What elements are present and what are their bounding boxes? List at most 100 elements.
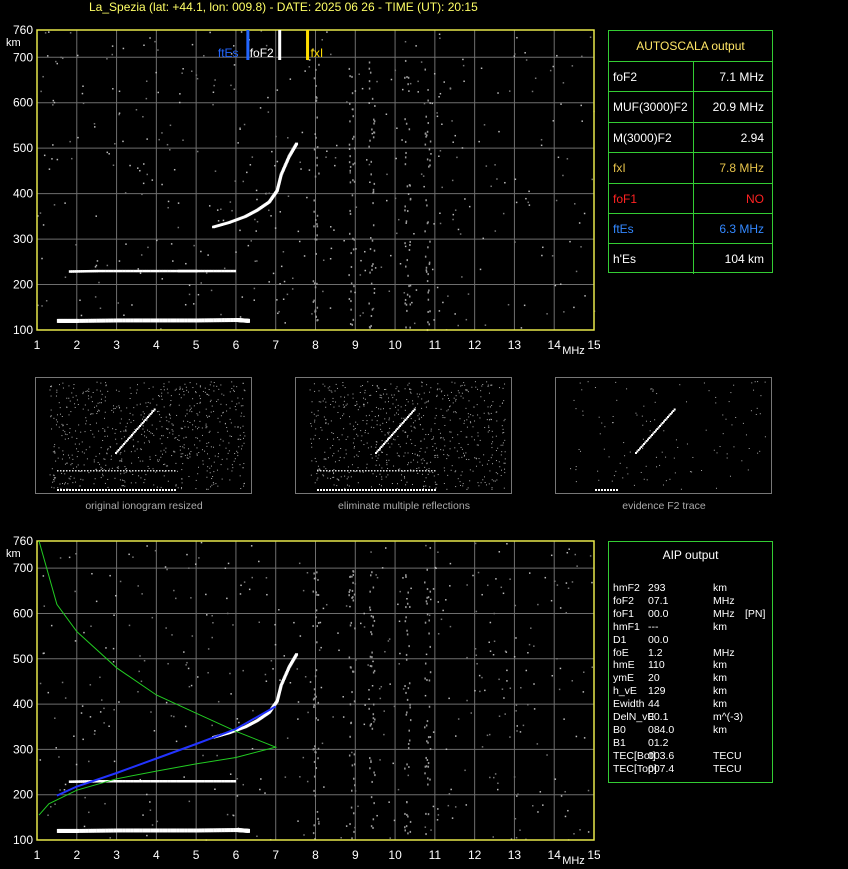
thumbnail-dot: [236, 386, 238, 388]
thumbnail-dot: [61, 458, 63, 460]
thumbnail-trace: [144, 489, 146, 491]
thumbnail-dot: [413, 459, 415, 461]
thumbnail-dot: [212, 476, 214, 478]
thumbnail-dot: [397, 409, 399, 411]
thumbnail-dot: [381, 478, 383, 480]
noise-dot: [96, 260, 99, 262]
noise-dot: [334, 164, 336, 167]
thumbnail-dot: [119, 453, 121, 455]
interference-dot: [314, 745, 316, 748]
noise-dot: [481, 676, 483, 679]
row-key: MUF(3000)F2: [613, 100, 688, 115]
thumbnail-dot: [50, 409, 52, 411]
echo-point: [122, 269, 126, 273]
echo-point: [224, 780, 228, 783]
noise-dot: [265, 577, 268, 579]
thumbnail-dot: [239, 464, 241, 466]
interference-dot: [352, 115, 355, 118]
interference-dot: [425, 600, 428, 603]
thumbnail-dot: [71, 392, 73, 394]
thumbnail-dot: [487, 406, 489, 408]
thumbnail-trace: [413, 470, 415, 472]
echo-point: [116, 828, 120, 833]
echo-point: [125, 269, 129, 273]
noise-dot: [82, 102, 85, 105]
noise-dot: [323, 786, 325, 788]
thumbnail-dot: [430, 387, 432, 389]
thumbnail-dot: [393, 465, 395, 467]
echo-point: [122, 780, 126, 783]
thumbnail-dot: [52, 481, 54, 483]
noise-dot: [498, 130, 500, 133]
noise-dot: [227, 562, 230, 565]
thumbnail-dot: [380, 408, 382, 410]
noise-dot: [143, 163, 145, 165]
interference-dot: [372, 136, 375, 139]
thumbnail-dot: [619, 462, 621, 464]
thumbnail-dot: [60, 487, 62, 489]
interference-dot: [424, 143, 427, 146]
thumbnail-dot: [450, 391, 452, 393]
thumbnail-dot: [673, 457, 675, 459]
thumbnail-trace: [144, 470, 146, 472]
thumbnail-trace: [111, 470, 113, 472]
thumbnail-dot: [240, 438, 242, 440]
interference-dot: [407, 193, 410, 196]
noise-dot: [229, 672, 231, 675]
x-tick-label: 7: [272, 848, 279, 862]
thumbnail-dot: [378, 454, 380, 456]
thumbnail-dot: [642, 448, 644, 450]
thumbnail-dot: [136, 389, 138, 391]
thumbnail-dot: [181, 456, 183, 458]
noise-dot: [394, 197, 397, 200]
echo-point: [139, 780, 143, 783]
thumbnail-dot: [124, 481, 126, 483]
echo-point: [213, 269, 217, 273]
interference-dot: [350, 282, 353, 285]
thumbnail-dot: [310, 474, 312, 476]
thumbnail-dot: [385, 421, 387, 423]
noise-dot: [154, 40, 156, 43]
thumbnail-dot: [581, 389, 583, 391]
interference-dot: [372, 202, 374, 205]
noise-dot: [146, 545, 148, 547]
noise-dot: [166, 143, 169, 146]
thumbnail-dot: [375, 391, 377, 393]
noise-dot: [451, 179, 454, 182]
thumbnail-dot: [106, 452, 108, 454]
thumbnail-dot: [131, 436, 133, 438]
noise-dot: [50, 624, 53, 627]
interference-dot: [408, 248, 411, 251]
thumbnail-dot: [395, 399, 397, 401]
interference-dot: [404, 118, 406, 121]
thumbnail-trace: [162, 489, 164, 491]
thumbnail-dot: [402, 430, 404, 432]
thumbnail-trace: [174, 489, 176, 491]
echo-point: [233, 828, 237, 833]
interference-dot: [314, 310, 316, 313]
interference-dot: [369, 590, 371, 593]
interference-dot: [312, 300, 315, 303]
thumbnail-dot: [501, 425, 503, 427]
echo-point: [204, 269, 208, 273]
noise-dot: [580, 246, 582, 248]
thumbnail-dot: [229, 391, 231, 393]
thumbnail-dot: [446, 454, 448, 456]
aip-value: 07.1: [648, 594, 669, 607]
thumbnail-dot: [597, 470, 599, 472]
interference-dot: [370, 173, 372, 176]
interference-dot: [349, 212, 352, 215]
thumbnail-dot: [347, 436, 349, 438]
thumbnail-dot: [125, 429, 127, 431]
thumbnail-dot: [195, 437, 197, 439]
thumbnail-dot: [121, 460, 123, 462]
thumbnail-dot: [223, 394, 225, 396]
noise-dot: [531, 90, 534, 93]
noise-dot: [53, 101, 56, 104]
thumbnail-dot: [320, 427, 322, 429]
thumbnail-dot: [729, 475, 731, 477]
thumbnail-dot: [457, 434, 459, 436]
thumbnail-trace: [84, 489, 86, 491]
thumbnail-trace: [386, 489, 388, 491]
thumbnail-trace: [392, 470, 394, 472]
